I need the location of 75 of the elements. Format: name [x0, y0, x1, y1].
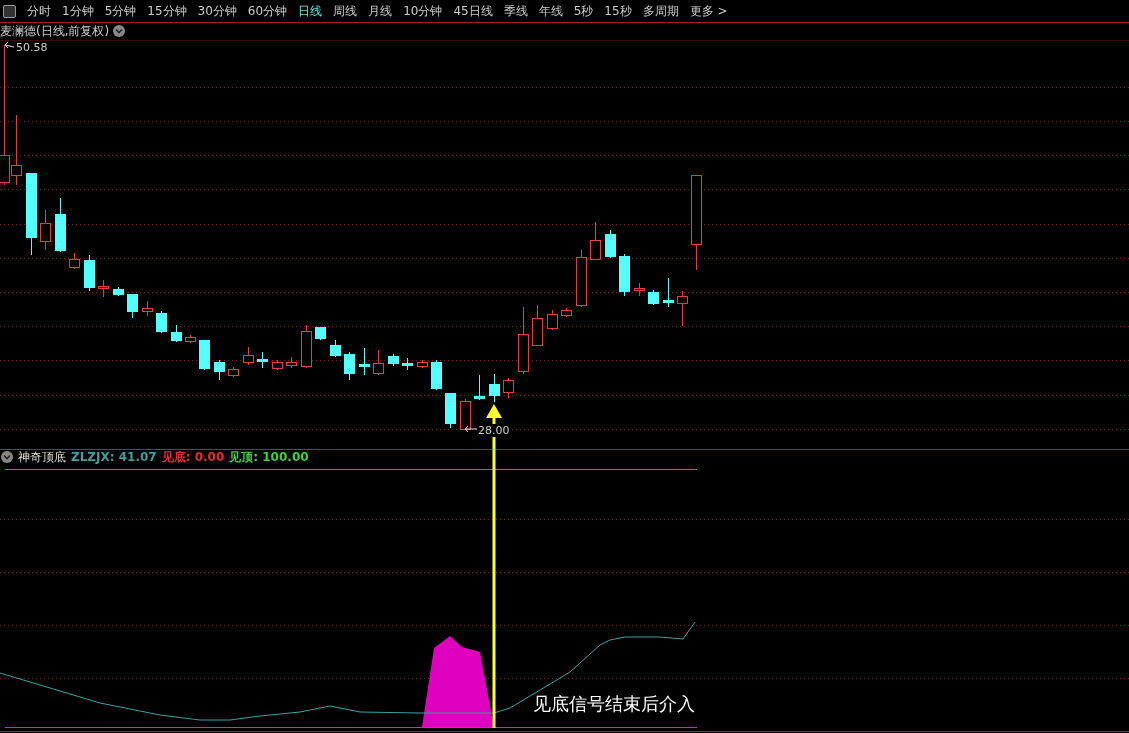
collapse-icon[interactable] — [1, 451, 13, 463]
candlestick — [330, 339, 341, 358]
period-tab[interactable]: 45日线 — [453, 2, 493, 20]
indicator-name: 神奇顶底 — [18, 448, 66, 466]
candlestick — [388, 353, 399, 367]
period-tab[interactable]: 15秒 — [604, 2, 632, 20]
candlestick — [561, 307, 572, 318]
period-tab[interactable]: 月线 — [368, 2, 393, 20]
candlestick — [576, 249, 587, 308]
candlestick — [301, 324, 312, 369]
low-price-label: 28.00 — [478, 424, 510, 437]
period-tab[interactable]: 60分钟 — [247, 2, 288, 20]
candlestick — [272, 359, 283, 371]
candlestick — [84, 254, 95, 292]
candlestick — [214, 359, 225, 381]
candlestick — [503, 377, 514, 399]
candlestick — [619, 253, 630, 297]
period-tab[interactable]: 10分钟 — [403, 2, 443, 20]
candlestick — [445, 392, 456, 429]
candlestick — [460, 398, 471, 430]
indicator-value: 见顶: 100.00 — [229, 448, 309, 466]
candlestick — [489, 373, 500, 403]
candlestick — [663, 277, 674, 308]
candlestick — [185, 334, 196, 344]
candlestick — [590, 221, 601, 261]
arrow-icon — [464, 425, 478, 433]
candlestick — [532, 304, 543, 347]
high-price-label: 50.58 — [16, 41, 48, 54]
indicator-value: 见底: 0.00 — [161, 448, 225, 466]
candlestick — [55, 197, 66, 253]
chart-title: 麦澜德(日线,前复权) — [0, 22, 110, 40]
candlestick — [373, 349, 384, 376]
candlestick — [605, 229, 616, 259]
candlestick — [40, 209, 51, 251]
candlestick — [199, 339, 210, 371]
candlestick — [69, 252, 80, 270]
annotation-text: 见底信号结束后介入 — [533, 692, 695, 716]
period-tab[interactable]: 日线 — [298, 2, 323, 20]
period-tab[interactable]: 5秒 — [573, 2, 594, 20]
period-tab[interactable]: 1分钟 — [62, 2, 94, 20]
period-tab[interactable]: 更多 > — [689, 2, 728, 20]
dropdown-icon[interactable] — [113, 25, 126, 37]
candlestick — [677, 290, 688, 327]
candlestick — [634, 282, 645, 297]
candlestick — [648, 289, 659, 306]
candlestick — [286, 356, 297, 369]
candlestick — [98, 279, 109, 298]
period-tab[interactable]: 5分钟 — [104, 2, 137, 20]
candlestick — [344, 351, 355, 381]
candlestick — [171, 324, 182, 343]
period-tab[interactable]: 30分钟 — [197, 2, 237, 20]
candlestick — [228, 366, 239, 378]
candlestick — [156, 310, 167, 334]
candlestick — [417, 359, 428, 369]
period-tab[interactable]: 年线 — [538, 2, 563, 20]
candlestick — [127, 293, 138, 319]
candlestick — [547, 309, 558, 331]
panel-toggle-icon[interactable] — [3, 4, 16, 18]
period-tab[interactable]: 多周期 — [642, 2, 679, 20]
candlestick — [474, 374, 485, 401]
arrow-icon — [4, 41, 15, 49]
period-tab[interactable]: 季线 — [503, 2, 528, 20]
period-tab[interactable]: 分时 — [27, 2, 51, 20]
candlestick — [142, 300, 153, 317]
candlestick — [359, 347, 370, 376]
candlestick — [402, 357, 413, 371]
indicator-value: ZLZJX: 41.07 — [71, 450, 157, 464]
candlestick — [243, 346, 254, 366]
candlestick — [257, 351, 268, 369]
period-tab[interactable]: 15分钟 — [147, 2, 187, 20]
candlestick — [113, 286, 124, 297]
period-tab[interactable]: 周线 — [333, 2, 358, 20]
candlestick — [315, 326, 326, 341]
candlestick — [431, 359, 442, 391]
candlestick — [518, 306, 529, 375]
